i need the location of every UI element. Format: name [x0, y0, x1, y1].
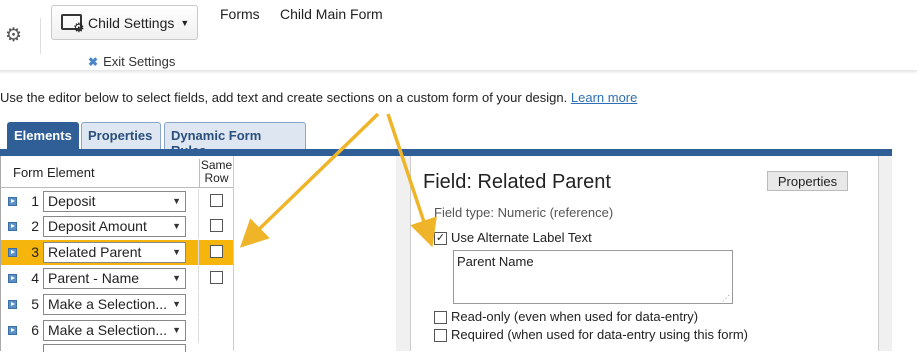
chevron-down-icon: ▼ — [180, 17, 190, 28]
exit-settings-link[interactable]: ✖ Exit Settings — [88, 54, 175, 69]
element-row[interactable]: 2 Deposit Amount ▼ — [1, 214, 233, 239]
same-row-checkbox[interactable] — [210, 271, 223, 284]
column-divider — [198, 214, 199, 239]
element-list-header: Form Element Same Row — [1, 156, 233, 188]
row-number: 1 — [31, 193, 39, 209]
element-select-value: Related Parent — [48, 244, 142, 260]
same-row-header-line2: Row — [204, 171, 229, 185]
row-number: 6 — [31, 322, 39, 338]
properties-button[interactable]: Properties — [767, 171, 848, 191]
element-row[interactable]: 4 Parent - Name ▼ — [1, 266, 233, 291]
element-select-value: Deposit — [48, 193, 96, 209]
column-divider — [198, 240, 199, 265]
expand-arrow-icon[interactable] — [8, 300, 17, 309]
chevron-down-icon: ▼ — [172, 273, 181, 283]
tab-bar — [0, 149, 892, 156]
form-element-column-header: Form Element — [13, 165, 95, 180]
row-number: 4 — [31, 270, 39, 286]
field-type-text: Field type: Numeric (reference) — [434, 205, 614, 220]
learn-more-link[interactable]: Learn more — [571, 90, 637, 105]
row-number: 5 — [31, 296, 39, 312]
element-select[interactable]: Deposit ▼ — [43, 191, 186, 212]
chevron-down-icon: ▼ — [172, 221, 181, 231]
same-row-checkbox[interactable] — [210, 194, 223, 207]
right-margin — [892, 149, 917, 351]
use-alt-label-label: Use Alternate Label Text — [451, 230, 592, 245]
element-select-value: Make a Selection... — [48, 322, 168, 338]
gear-icon[interactable]: ⚙ — [5, 26, 23, 46]
read-only-label: Read-only (even when used for data-entry… — [451, 309, 699, 324]
alt-label-value: Parent Name — [457, 254, 534, 269]
element-select-value: Make a Selection... — [48, 296, 168, 312]
same-row-column-header: Same Row — [199, 159, 233, 188]
same-row-checkbox[interactable] — [210, 245, 223, 258]
element-select[interactable]: Related Parent ▼ — [43, 242, 186, 263]
element-select-value: Deposit Amount — [48, 218, 147, 234]
child-settings-button[interactable]: ⚙ Child Settings ▼ — [51, 5, 198, 40]
expand-arrow-icon[interactable] — [8, 197, 17, 206]
alt-label-textarea[interactable]: Parent Name ⋰ — [453, 250, 733, 304]
column-divider — [198, 292, 199, 317]
expand-arrow-icon[interactable] — [8, 326, 17, 335]
chevron-down-icon: ▼ — [172, 325, 181, 335]
element-row[interactable]: 1 Deposit ▼ — [1, 189, 233, 214]
chevron-down-icon: ▼ — [172, 299, 181, 309]
field-title: Field: Related Parent — [423, 171, 611, 193]
row-number: 2 — [31, 218, 39, 234]
column-divider — [198, 266, 199, 291]
intro-description: Use the editor below to select fields, a… — [0, 90, 568, 105]
element-row-selected[interactable]: 3 Related Parent ▼ — [1, 240, 233, 265]
tab-elements[interactable]: Elements — [7, 122, 79, 149]
use-alt-label-checkbox[interactable]: ✓ — [434, 232, 447, 245]
exit-settings-label: Exit Settings — [103, 54, 176, 69]
child-settings-label: Child Settings — [88, 14, 175, 31]
same-row-checkbox[interactable] — [210, 219, 223, 232]
element-select[interactable]: Parent - Name ▼ — [43, 268, 186, 289]
tab-dynamic-form-rules[interactable]: Dynamic Form Rules — [164, 122, 306, 158]
chevron-down-icon: ▼ — [172, 247, 181, 257]
column-divider — [198, 189, 199, 214]
element-select[interactable]: Make a Selection... ▼ — [43, 294, 186, 315]
read-only-checkbox[interactable] — [434, 311, 447, 324]
tab-properties[interactable]: Properties — [81, 122, 161, 149]
folder-settings-icon: ⚙ — [60, 12, 86, 34]
element-select[interactable]: Make a Selection... ▼ — [43, 320, 186, 341]
nav-forms-link[interactable]: Forms — [220, 6, 260, 22]
element-row[interactable]: 5 Make a Selection... ▼ — [1, 292, 233, 317]
expand-arrow-icon[interactable] — [8, 222, 17, 231]
element-row[interactable]: 6 Make a Selection... ▼ — [1, 318, 233, 343]
required-label: Required (when used for data-entry using… — [451, 327, 748, 342]
required-checkbox[interactable] — [434, 329, 447, 342]
element-select[interactable]: Deposit Amount ▼ — [43, 216, 186, 237]
element-select-value: Parent - Name — [48, 270, 140, 286]
close-icon: ✖ — [88, 55, 99, 69]
resize-grip-icon[interactable]: ⋰ — [722, 294, 730, 303]
nav-child-main-form-link[interactable]: Child Main Form — [280, 6, 383, 22]
column-divider — [198, 318, 199, 343]
expand-arrow-icon[interactable] — [8, 274, 17, 283]
row-number: 3 — [31, 244, 39, 260]
chevron-down-icon: ▼ — [172, 196, 181, 206]
header-divider — [0, 70, 917, 74]
intro-text: Use the editor below to select fields, a… — [0, 90, 637, 105]
expand-arrow-icon[interactable] — [8, 248, 17, 257]
divider — [40, 18, 41, 54]
